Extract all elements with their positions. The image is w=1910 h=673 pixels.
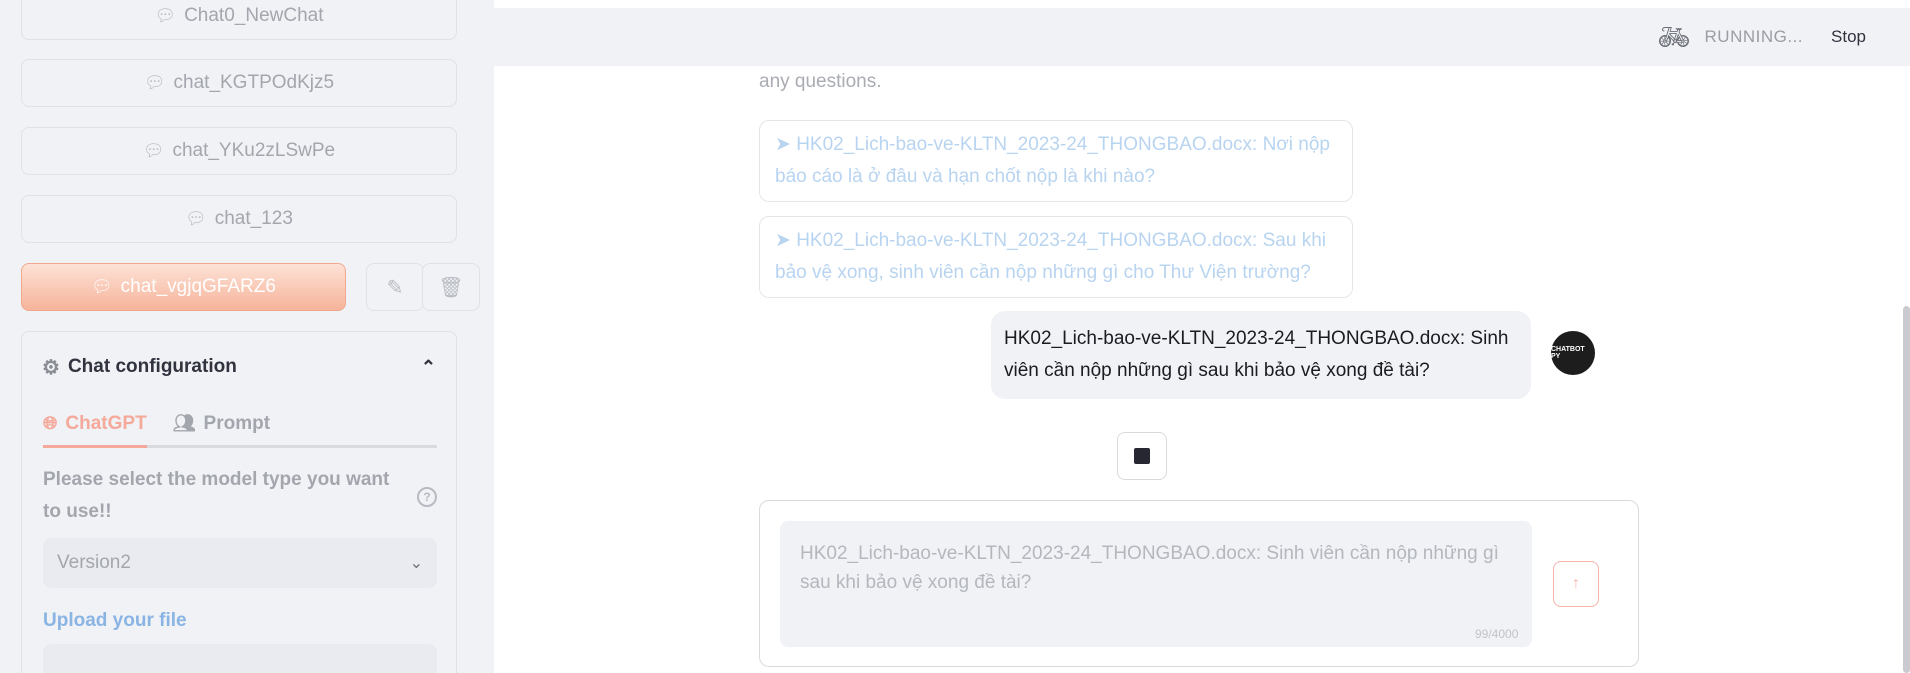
suggestion-button[interactable]: ➤ HK02_Lich-bao-ve-KLTN_2023-24_THONGBAO… [759,216,1353,298]
file-upload-dropzone[interactable] [43,644,437,673]
scrollbar[interactable] [1903,306,1910,673]
gear-icon: ⚙ [42,356,60,379]
user-message: HK02_Lich-bao-ve-KLTN_2023-24_THONGBAO.d… [991,311,1531,399]
model-select[interactable]: Version2 ⌄ [43,538,437,588]
chat-item-label: chat_vgjqGFARZ6 [120,276,276,297]
chevron-down-icon: ⌄ [409,555,423,572]
top-bar: 🚲︎ RUNNING... Stop [494,8,1910,66]
chat-config-title: Chat configuration [67,356,237,377]
tab-prompt[interactable]: 👥︎ Prompt [173,402,270,445]
chat-item-1[interactable]: 💬︎ chat_KGTPOdKjz5 [21,59,457,107]
stop-button[interactable]: Stop [1831,27,1866,47]
chat-item-label: chat_KGTPOdKjz5 [173,72,335,93]
chat-bubble-icon: 💬︎ [142,141,165,160]
edit-icon: ✎ [386,276,404,299]
chat-input[interactable]: HK02_Lich-bao-ve-KLTN_2023-24_THONGBAO.d… [780,521,1532,647]
edit-chat-button[interactable]: ✎ [366,263,424,311]
chevron-up-icon[interactable]: ⌃ [421,357,436,378]
arrow-up-icon: ↑ [1572,575,1580,592]
delete-chat-button[interactable]: 🗑︎ [422,263,480,311]
suggestion-button[interactable]: ➤ HK02_Lich-bao-ve-KLTN_2023-24_THONGBAO… [759,120,1353,202]
chat-item-2[interactable]: 💬︎ chat_YKu2zLSwPe [21,127,457,175]
chat-bubble-icon: 💬︎ [185,209,207,228]
chat-item-label: chat_123 [214,208,293,229]
bicycle-icon: 🚲︎ [1657,21,1691,52]
model-select-value: Version2 [57,552,131,573]
stop-square-icon [1134,448,1150,464]
chat-config-header[interactable]: ⚙ Chat configuration ⌃ [42,352,436,382]
tab-chatgpt[interactable]: 🌐︎ ChatGPT [43,402,147,448]
chat-item-active[interactable]: 💬︎ chat_vgjqGFARZ6 [21,263,346,311]
trash-icon: 🗑︎ [438,276,464,299]
chat-bubble-icon: 💬︎ [143,73,166,92]
char-counter: 99/4000 [1475,627,1519,641]
send-button[interactable]: ↑ [1553,561,1599,607]
top-strip [494,0,1910,8]
chat-config-panel: ⚙ Chat configuration ⌃ 🌐︎ ChatGPT 👥︎ Pro… [21,331,457,673]
chat-bubble-icon: 💬︎ [91,277,113,296]
globe-icon: 🌐︎ [43,413,58,433]
model-type-label: Please select the model type you want to… [43,469,390,522]
config-tabs: 🌐︎ ChatGPT 👥︎ Prompt [43,402,437,448]
running-status: RUNNING... [1704,27,1804,46]
stop-generation-button[interactable] [1117,432,1167,480]
users-icon: 👥︎ [172,413,196,433]
chat-item-3[interactable]: 💬︎ chat_123 [21,195,457,243]
tab-label: Prompt [203,412,271,434]
chat-item-label: chat_YKu2zLSwPe [172,140,336,161]
chat-item-0[interactable]: 💬︎ Chat0_NewChat [21,0,457,40]
chat-item-label: Chat0_NewChat [184,5,324,26]
sidebar: 💬︎ Chat0_NewChat 💬︎ chat_KGTPOdKjz5 💬︎ c… [0,0,494,673]
upload-label: Upload your file [43,610,187,631]
tab-label: ChatGPT [65,412,147,434]
help-icon[interactable]: ? [417,487,437,507]
avatar: CHATBOT PY [1551,331,1595,375]
previous-message-tail: any questions. [759,71,882,92]
chat-bubble-icon: 💬︎ [154,6,177,25]
chat-input-container: HK02_Lich-bao-ve-KLTN_2023-24_THONGBAO.d… [759,500,1639,667]
